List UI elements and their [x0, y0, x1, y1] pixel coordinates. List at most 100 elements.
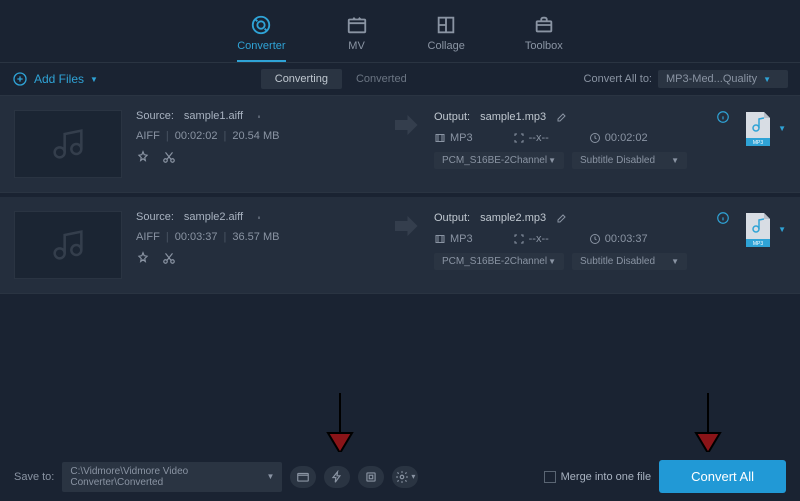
- source-duration: 00:02:02: [175, 130, 218, 142]
- save-path-select[interactable]: C:\Vidmore\Vidmore Video Converter\Conve…: [62, 462, 282, 492]
- output-format-button[interactable]: MP3 ▼: [744, 211, 786, 247]
- source-filename: sample1.aiff: [184, 110, 243, 122]
- source-label: Source:: [136, 211, 174, 223]
- edit-icon[interactable]: [556, 111, 568, 123]
- chevron-down-icon: ▼: [671, 257, 679, 266]
- annotation-arrow: [320, 388, 360, 461]
- chevron-down-icon: ▼: [266, 472, 274, 481]
- folder-icon: [296, 470, 310, 484]
- output-label: Output:: [434, 212, 470, 224]
- chevron-down-icon: ▼: [548, 156, 556, 165]
- encoding-select[interactable]: PCM_S16BE-2Channel▼: [434, 253, 564, 270]
- resolution-icon: [513, 132, 525, 144]
- toolbox-icon: [533, 14, 555, 36]
- tab-mv[interactable]: MV: [346, 10, 368, 62]
- open-folder-button[interactable]: [290, 466, 316, 488]
- chevron-down-icon: ▾: [411, 472, 415, 481]
- encoding-value: PCM_S16BE-2Channel: [442, 256, 547, 267]
- tab-label: Converter: [237, 40, 285, 52]
- output-filename: sample2.mp3: [480, 212, 546, 224]
- tab-collage[interactable]: Collage: [428, 10, 465, 62]
- plus-circle-icon: [12, 71, 28, 87]
- thumbnail[interactable]: [14, 211, 122, 279]
- cut-icon[interactable]: [162, 150, 176, 164]
- output-resolution: --x--: [529, 233, 549, 245]
- subtitle-select[interactable]: Subtitle Disabled ▼: [572, 152, 687, 169]
- chevron-down-icon: ▼: [671, 156, 679, 165]
- info-circle-icon[interactable]: [716, 211, 730, 225]
- source-info: Source: sample1.aiff AIFF | 00:02:02 | 2…: [136, 110, 376, 164]
- convert-all-to-label: Convert All to:: [584, 73, 652, 85]
- file-mp3-icon: MP3: [744, 211, 772, 247]
- tab-converter[interactable]: Converter: [237, 10, 285, 62]
- output-codec: MP3: [450, 132, 473, 144]
- effects-icon[interactable]: [136, 251, 150, 265]
- annotation-arrow: [688, 388, 728, 461]
- toolbar: Add Files ▼ Converting Converted Convert…: [0, 63, 800, 96]
- format-select[interactable]: MP3-Med...Quality ▼: [658, 70, 788, 88]
- add-files-button[interactable]: Add Files ▼: [12, 71, 98, 87]
- music-note-icon: [48, 225, 88, 265]
- subtab-converted[interactable]: Converted: [342, 69, 421, 89]
- arrow-indicator: [390, 211, 420, 241]
- checkbox-box: [544, 471, 556, 483]
- arrow-right-icon: [390, 211, 420, 241]
- gear-icon: [395, 470, 409, 484]
- encoding-select[interactable]: PCM_S16BE-2Channel▼: [434, 152, 564, 169]
- tab-label: Collage: [428, 40, 465, 52]
- merge-label: Merge into one file: [561, 471, 652, 483]
- source-size: 20.54 MB: [232, 130, 279, 142]
- edit-icon[interactable]: [556, 212, 568, 224]
- clock-icon: [589, 233, 601, 245]
- chevron-down-icon: ▼: [763, 75, 771, 84]
- file-mp3-icon: MP3: [744, 110, 772, 146]
- svg-text:MP3: MP3: [753, 140, 764, 146]
- file-row: Source: sample2.aiff AIFF | 00:03:37 | 3…: [0, 197, 800, 294]
- convert-all-to: Convert All to: MP3-Med...Quality ▼: [584, 70, 788, 88]
- arrow-indicator: [390, 110, 420, 140]
- converter-icon: [250, 14, 272, 36]
- tab-toolbox[interactable]: Toolbox: [525, 10, 563, 62]
- source-size: 36.57 MB: [232, 231, 279, 243]
- mv-icon: [346, 14, 368, 36]
- info-circle-icon[interactable]: [716, 110, 730, 124]
- output-info: Output: sample2.mp3 MP3 --x-- 00:03:37 P…: [434, 211, 730, 270]
- bottom-bar: Save to: C:\Vidmore\Vidmore Video Conver…: [0, 452, 800, 501]
- info-icon[interactable]: [253, 211, 265, 223]
- output-format-button[interactable]: MP3 ▼: [744, 110, 786, 146]
- output-codec: MP3: [450, 233, 473, 245]
- encoding-value: PCM_S16BE-2Channel: [442, 155, 547, 166]
- settings-button[interactable]: ▾: [392, 466, 418, 488]
- save-path-value: C:\Vidmore\Vidmore Video Converter\Conve…: [70, 466, 266, 488]
- film-icon: [434, 132, 446, 144]
- cut-icon[interactable]: [162, 251, 176, 265]
- add-files-label: Add Files: [34, 72, 84, 86]
- chevron-down-icon: ▼: [548, 257, 556, 266]
- subtitle-value: Subtitle Disabled: [580, 155, 655, 166]
- top-tab-bar: Converter MV Collage Toolbox: [0, 0, 800, 63]
- source-codec: AIFF: [136, 130, 160, 142]
- output-filename: sample1.mp3: [480, 111, 546, 123]
- convert-all-button[interactable]: Convert All: [659, 460, 786, 493]
- svg-text:MP3: MP3: [753, 241, 764, 247]
- arrow-right-icon: [390, 110, 420, 140]
- info-icon[interactable]: [253, 110, 265, 122]
- source-codec: AIFF: [136, 231, 160, 243]
- thumbnail[interactable]: [14, 110, 122, 178]
- source-duration: 00:03:37: [175, 231, 218, 243]
- subtab-converting[interactable]: Converting: [261, 69, 342, 89]
- chevron-down-icon: ▼: [778, 225, 786, 234]
- gpu-icon: [364, 470, 378, 484]
- sub-tabs: Converting Converted: [261, 69, 421, 89]
- output-label: Output:: [434, 111, 470, 123]
- file-list: Source: sample1.aiff AIFF | 00:02:02 | 2…: [0, 96, 800, 294]
- subtitle-select[interactable]: Subtitle Disabled▼: [572, 253, 687, 270]
- music-note-icon: [48, 124, 88, 164]
- effects-icon[interactable]: [136, 150, 150, 164]
- hw-accel-button[interactable]: [324, 466, 350, 488]
- film-icon: [434, 233, 446, 245]
- save-to-label: Save to:: [14, 471, 54, 483]
- high-speed-button[interactable]: [358, 466, 384, 488]
- merge-checkbox[interactable]: Merge into one file: [544, 471, 652, 483]
- resolution-icon: [513, 233, 525, 245]
